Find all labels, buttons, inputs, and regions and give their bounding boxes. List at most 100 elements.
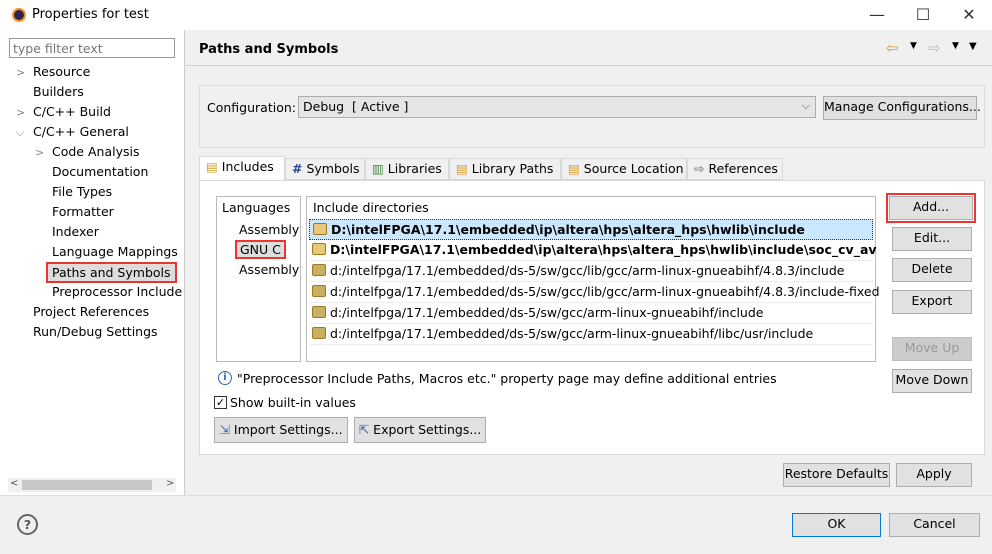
manage-configurations-button[interactable]: Manage Configurations...: [823, 96, 981, 120]
close-button[interactable]: ✕: [954, 5, 984, 24]
title-bar: Properties for test — ☐ ✕: [0, 0, 992, 30]
horizontal-scrollbar[interactable]: < >: [8, 478, 176, 492]
tab-symbols[interactable]: # Symbols: [285, 158, 365, 180]
scroll-right-icon[interactable]: >: [166, 478, 174, 489]
tab-references[interactable]: ⇨ References: [687, 158, 783, 180]
folder-include-icon: [313, 223, 327, 235]
tree-item[interactable]: Project References: [33, 304, 149, 319]
tab-icon: ▤: [456, 161, 468, 176]
system-folder-icon: [312, 285, 326, 297]
tab-libraries[interactable]: ▥ Libraries: [365, 158, 449, 180]
tab-includes[interactable]: ▤ Includes: [199, 156, 285, 181]
include-row[interactable]: d:/intelfpga/17.1/embedded/ds-5/sw/gcc/l…: [309, 282, 880, 303]
tab-label: Symbols: [306, 161, 360, 176]
restore-defaults-button[interactable]: Restore Defaults: [783, 463, 890, 487]
tab-label: Includes: [221, 159, 274, 174]
main-panel: Paths and Symbols ⇦ ▼ ⇨ ▼ ▼ Configuratio…: [186, 30, 992, 495]
include-row[interactable]: D:\intelFPGA\17.1\embedded\ip\altera\hps…: [309, 219, 873, 240]
view-menu-icon[interactable]: ▼: [969, 41, 977, 52]
configuration-select[interactable]: Debug [ Active ] ⌵: [298, 96, 816, 118]
tree-item-paths-and-symbols[interactable]: Paths and Symbols: [46, 262, 177, 283]
tree-item[interactable]: Indexer: [52, 224, 99, 239]
include-path: d:/intelfpga/17.1/embedded/ds-5/sw/gcc/l…: [330, 263, 845, 278]
languages-header: Languages: [222, 200, 291, 215]
apply-button[interactable]: Apply: [896, 463, 972, 487]
tree-item[interactable]: Code Analysis: [52, 144, 139, 159]
import-settings-label: Import Settings...: [233, 422, 343, 437]
include-row[interactable]: d:/intelfpga/17.1/embedded/ds-5/sw/gcc/a…: [309, 324, 873, 345]
include-path: D:\intelFPGA\17.1\embedded\ip\altera\hps…: [331, 222, 805, 237]
tab-library-paths[interactable]: ▤ Library Paths: [449, 158, 561, 180]
chevron-right-icon[interactable]: >: [16, 106, 25, 119]
show-builtin-label[interactable]: Show built-in values: [230, 395, 356, 410]
import-settings-button[interactable]: ⇲ Import Settings...: [214, 417, 348, 443]
export-button[interactable]: Export: [892, 290, 972, 314]
tree-item[interactable]: Preprocessor Include: [52, 284, 182, 299]
forward-dropdown-icon[interactable]: ▼: [952, 41, 959, 51]
scroll-thumb[interactable]: [22, 480, 152, 490]
tab-icon: ▤: [568, 161, 580, 176]
info-icon: i: [218, 371, 232, 385]
include-row[interactable]: D:\intelFPGA\17.1\embedded\ip\altera\hps…: [309, 240, 877, 261]
window-title: Properties for test: [32, 7, 149, 22]
maximize-button[interactable]: ☐: [908, 5, 938, 24]
delete-button[interactable]: Delete: [892, 258, 972, 282]
tree-item[interactable]: Formatter: [52, 204, 114, 219]
language-item-gnu-c[interactable]: GNU C: [235, 240, 286, 259]
sidebar: > Resource Builders > C/C++ Build ⌵ C/C++ Gene…: [0, 30, 185, 495]
filter-input[interactable]: [9, 38, 175, 58]
tab-label: References: [708, 161, 778, 176]
move-down-button[interactable]: Move Down: [892, 369, 972, 393]
tree-item[interactable]: File Types: [52, 184, 112, 199]
language-item[interactable]: Assembly: [239, 262, 299, 277]
include-row[interactable]: d:/intelfpga/17.1/embedded/ds-5/sw/gcc/a…: [309, 303, 873, 324]
folder-include-icon: [312, 243, 326, 255]
include-path: D:\intelFPGA\17.1\embedded\ip\altera\hps…: [330, 242, 877, 257]
ok-button[interactable]: OK: [792, 513, 881, 537]
minimize-button[interactable]: —: [862, 5, 892, 24]
chevron-down-icon[interactable]: ⌵: [16, 126, 24, 140]
chevron-down-icon: ⌵: [801, 99, 810, 112]
move-up-button[interactable]: Move Up: [892, 337, 972, 361]
tree-item[interactable]: C/C++ General: [33, 124, 129, 139]
language-item[interactable]: Assembly: [239, 222, 299, 237]
chevron-right-icon[interactable]: >: [16, 66, 25, 79]
tab-label: Library Paths: [471, 161, 554, 176]
tree-item[interactable]: Documentation: [52, 164, 148, 179]
configuration-label: Configuration:: [207, 100, 296, 115]
languages-list: Languages Assembly GNU C Assembly: [216, 196, 301, 362]
system-folder-icon: [312, 264, 326, 276]
scroll-left-icon[interactable]: <: [10, 478, 18, 489]
tab-label: Source Location: [583, 161, 684, 176]
tree-item[interactable]: Language Mappings: [52, 244, 178, 259]
forward-arrow-icon[interactable]: ⇨: [928, 39, 941, 57]
tree-item[interactable]: Run/Debug Settings: [33, 324, 158, 339]
tree-item[interactable]: C/C++ Build: [33, 104, 111, 119]
show-builtin-checkbox[interactable]: ✓: [214, 396, 227, 409]
export-settings-button[interactable]: ⇱ Export Settings...: [354, 417, 486, 443]
tab-icon: ▤: [206, 159, 218, 174]
include-row[interactable]: d:/intelfpga/17.1/embedded/ds-5/sw/gcc/l…: [309, 261, 873, 282]
edit-button[interactable]: Edit...: [892, 227, 972, 251]
back-arrow-icon[interactable]: ⇦: [886, 39, 899, 57]
include-path: d:/intelfpga/17.1/embedded/ds-5/sw/gcc/l…: [330, 284, 880, 299]
system-folder-icon: [312, 306, 326, 318]
include-directories-header: Include directories: [313, 200, 429, 215]
tree-item[interactable]: Resource: [33, 64, 90, 79]
back-dropdown-icon[interactable]: ▼: [910, 41, 917, 51]
add-button[interactable]: Add...: [886, 193, 976, 223]
tree-item[interactable]: Builders: [33, 84, 84, 99]
export-settings-label: Export Settings...: [373, 422, 482, 437]
tab-source-location[interactable]: ▤ Source Location: [561, 158, 687, 180]
chevron-right-icon[interactable]: >: [35, 146, 44, 159]
tab-label: Libraries: [387, 161, 442, 176]
include-path: d:/intelfpga/17.1/embedded/ds-5/sw/gcc/a…: [330, 326, 814, 341]
page-title: Paths and Symbols: [199, 42, 339, 57]
dialog-footer: ? OK Cancel: [0, 495, 992, 554]
include-directories-table: Include directories D:\intelFPGA\17.1\em…: [306, 196, 880, 362]
eclipse-icon: [12, 8, 26, 22]
help-icon[interactable]: ?: [17, 514, 38, 535]
cancel-button[interactable]: Cancel: [889, 513, 980, 537]
info-text: "Preprocessor Include Paths, Macros etc.…: [237, 371, 777, 386]
configuration-value: Debug [ Active ]: [303, 99, 409, 114]
